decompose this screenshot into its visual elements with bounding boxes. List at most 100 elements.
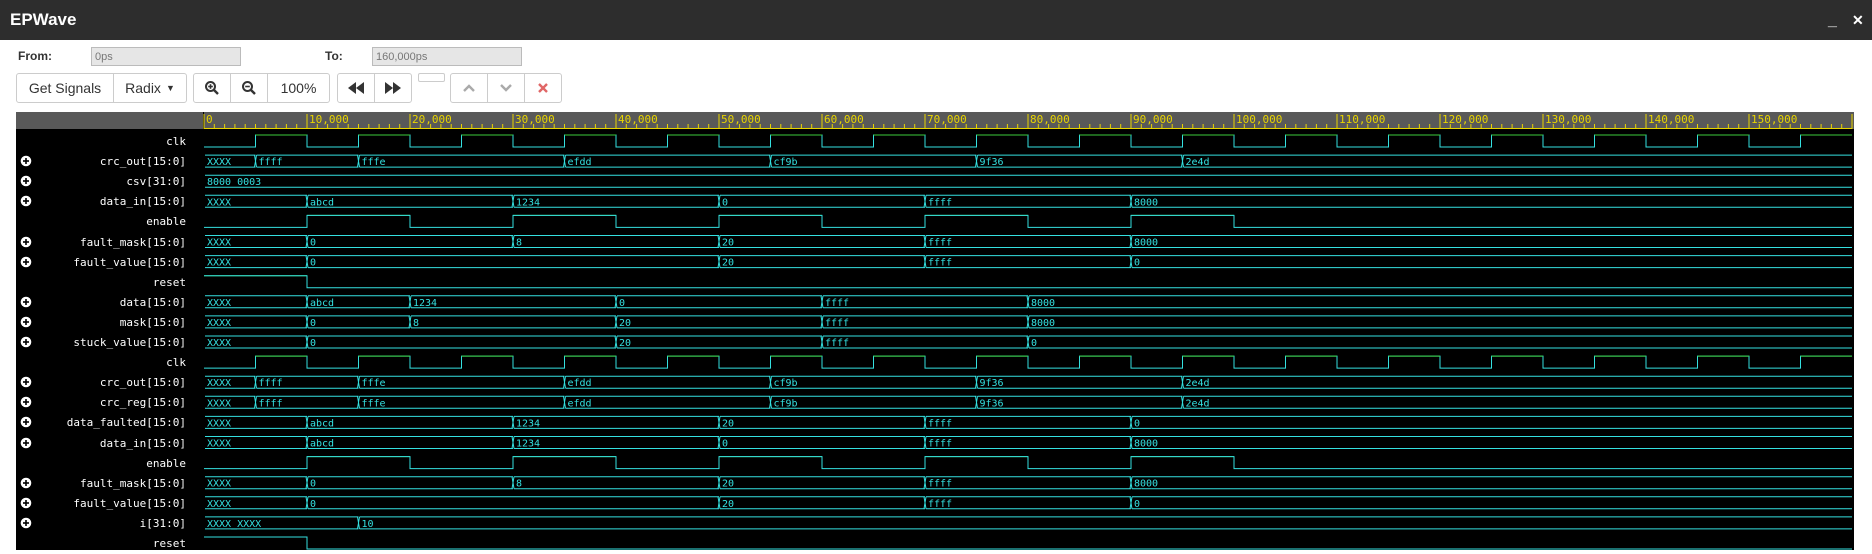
signal-row-name[interactable]: reset	[16, 273, 203, 293]
signal-row-name[interactable]: data_faulted[15:0]	[16, 413, 203, 433]
waveform-panel[interactable]: 0 10,000 20,000 30,000 40,000 50,000 60,000 70,…	[16, 112, 1854, 550]
bus-value-label: abcd	[310, 197, 334, 208]
expand-icon[interactable]	[20, 336, 32, 348]
expand-icon[interactable]	[20, 396, 32, 408]
signal-row-name[interactable]: fault_value[15:0]	[16, 253, 203, 273]
bus-value-label: cf9b	[774, 398, 798, 409]
expand-icon[interactable]	[20, 256, 32, 268]
bus-transition	[923, 416, 927, 429]
expand-icon[interactable]	[20, 477, 32, 489]
signal-row-name[interactable]: i[31:0]	[16, 514, 203, 534]
time-axis-label: 50,000	[721, 113, 761, 126]
expand-icon[interactable]	[20, 236, 32, 248]
bus-segment	[977, 395, 1183, 409]
bus-value-label: XXXX	[207, 338, 231, 349]
bus-value-label: XXXX	[207, 418, 231, 429]
bus-value-label: ffff	[825, 298, 849, 309]
waveform-canvas[interactable]: 0 10,000 20,000 30,000 40,000 50,000 60,000 70,…	[16, 112, 1854, 550]
bus-value-label: 20	[722, 499, 734, 510]
from-input[interactable]: 0ps	[91, 47, 241, 66]
signal-row-name[interactable]: data[15:0]	[16, 293, 203, 313]
bus-value-label: 8000	[1031, 318, 1055, 329]
window-title: EPWave	[10, 10, 77, 29]
to-input[interactable]: 160,000ps	[372, 47, 522, 66]
bus-segment	[720, 436, 925, 449]
signal-row-name[interactable]: fault_mask[15:0]	[16, 233, 203, 253]
bus-value-label: XXXX	[207, 258, 231, 269]
signal-row-name[interactable]: crc_out[15:0]	[16, 373, 203, 393]
signal-name: fault_mask[15:0]	[80, 476, 186, 490]
bus-value-label: ffff	[825, 338, 849, 349]
signal-row-name[interactable]: data_in[15:0]	[16, 434, 203, 454]
minimize-button[interactable]: _	[1828, 12, 1837, 30]
signal-row-name[interactable]: clk	[16, 132, 203, 152]
bus-segment	[1029, 315, 1852, 329]
rewind-button[interactable]	[337, 73, 375, 103]
expand-icon[interactable]	[20, 416, 32, 428]
signal-name: data_in[15:0]	[99, 436, 186, 450]
expand-icon[interactable]	[20, 155, 32, 167]
expand-icon[interactable]	[20, 376, 32, 388]
signal-row-name[interactable]: crc_out[15:0]	[16, 152, 203, 172]
signal-row-name[interactable]: stuck_value[15:0]	[16, 333, 203, 353]
bus-value-label: ffff	[928, 258, 952, 269]
signal-row-name[interactable]: crc_reg[15:0]	[16, 393, 203, 413]
bus-transition	[357, 376, 360, 389]
bus-value-label: XXXX	[207, 318, 231, 329]
bus-value-label: XXXX_XXXX	[207, 519, 261, 530]
signal-row-name[interactable]: csv[31:0]	[16, 172, 203, 192]
bus-segment	[720, 194, 925, 208]
signal-row-name[interactable]: data_in[15:0]	[16, 192, 203, 212]
expand-icon[interactable]	[20, 517, 32, 529]
radix-dropdown[interactable]: Radix ▼	[113, 73, 187, 103]
bus-segment	[308, 335, 616, 349]
signal-row-name[interactable]: mask[15:0]	[16, 313, 203, 333]
bus-value-label: efdd	[568, 157, 592, 168]
bus-transition	[1129, 496, 1133, 509]
expand-icon[interactable]	[20, 296, 32, 308]
empty-button[interactable]	[418, 73, 445, 82]
bus-value-label: 0	[722, 197, 728, 208]
bus-value-label: 2e4d	[1186, 378, 1210, 389]
bus-value-label: ffff	[259, 378, 283, 389]
bus-value-label: 1234	[516, 418, 540, 429]
bus-segment	[977, 375, 1183, 389]
zoom-in-button[interactable]	[193, 73, 231, 103]
bus-value-label: abcd	[310, 439, 334, 450]
close-button[interactable]: ✕	[1852, 12, 1864, 29]
signal-name: data[15:0]	[119, 295, 186, 309]
bus-segment	[823, 295, 1028, 309]
signal-row-name[interactable]: clk	[16, 353, 203, 373]
zoom-out-button[interactable]	[230, 73, 268, 103]
expand-icon[interactable]	[20, 497, 32, 509]
signal-row-name[interactable]: fault_mask[15:0]	[16, 474, 203, 494]
previous-signal-button[interactable]	[450, 73, 488, 103]
bus-value-label: fffe	[362, 398, 386, 409]
bus-segment	[926, 255, 1131, 269]
bus-value-label: XXXX	[207, 378, 231, 389]
fast-forward-button[interactable]	[374, 73, 412, 103]
bus-transition	[1129, 436, 1133, 449]
next-signal-button[interactable]	[487, 73, 525, 103]
bus-transition	[408, 295, 412, 308]
expand-icon[interactable]	[20, 316, 32, 328]
expand-icon[interactable]	[20, 195, 32, 207]
get-signals-button[interactable]: Get Signals	[16, 73, 114, 103]
bus-value-label: 20	[722, 238, 734, 249]
bus-segment	[1132, 496, 1852, 510]
zoom-out-icon	[242, 81, 256, 95]
remove-signal-button[interactable]	[524, 73, 562, 103]
bus-segment	[1132, 436, 1852, 449]
signal-row-name[interactable]: enable	[16, 454, 203, 474]
expand-icon[interactable]	[20, 175, 32, 187]
signal-row-name[interactable]: fault_value[15:0]	[16, 494, 203, 514]
bus-transition	[1026, 335, 1030, 349]
zoom-level-button[interactable]: 100%	[267, 73, 330, 103]
bus-value-label: ffff	[928, 479, 952, 490]
bus-segment	[1132, 476, 1852, 490]
expand-icon[interactable]	[20, 437, 32, 449]
signal-row-name[interactable]: enable	[16, 212, 203, 232]
bus-transition	[1129, 235, 1133, 248]
bus-transition	[820, 295, 824, 308]
signal-row-name[interactable]: reset	[16, 534, 203, 554]
